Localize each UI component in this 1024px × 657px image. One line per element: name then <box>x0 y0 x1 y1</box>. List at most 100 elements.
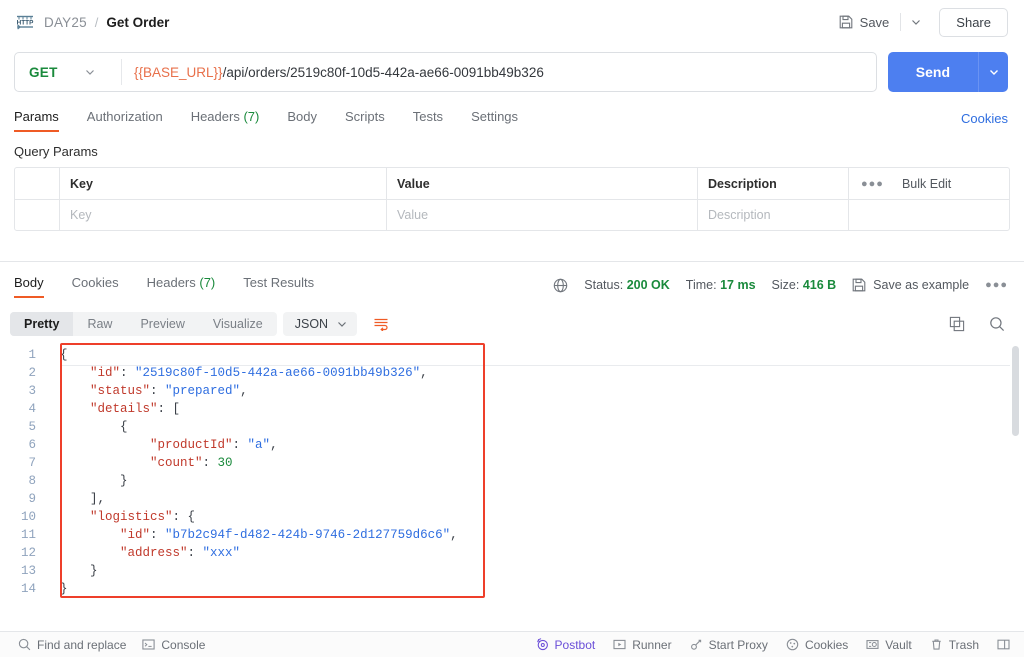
url-input[interactable]: {{BASE_URL}}/api/orders/2519c80f-10d5-44… <box>122 53 876 91</box>
request-cookies-link[interactable]: Cookies <box>961 111 1008 132</box>
line-number: 6 <box>28 438 36 452</box>
code-line: } <box>60 472 1024 490</box>
response-tab-cookies[interactable]: Cookies <box>58 272 133 298</box>
code-token-punct: : <box>202 456 218 470</box>
find-and-replace-button[interactable]: Find and replace <box>10 635 134 655</box>
trash-button[interactable]: Trash <box>922 635 987 655</box>
share-button[interactable]: Share <box>939 7 1008 37</box>
breadcrumb-current-request[interactable]: Get Order <box>106 15 169 30</box>
code-token-punct: : <box>120 366 136 380</box>
row-checkbox-cell[interactable] <box>15 200 60 230</box>
code-token-punct: } <box>60 582 68 596</box>
ellipsis-icon[interactable]: ●●● <box>861 178 884 190</box>
save-as-example-label: Save as example <box>873 278 970 292</box>
layout-panel-button[interactable] <box>989 635 1018 654</box>
response-tab-test-results-label: Test Results <box>243 275 315 290</box>
response-body-viewer[interactable]: 1 2 3 4 5 6 7 8 9 10 11 12 13 14 { "id": "2519c80f-10… <box>0 341 1024 631</box>
column-header-key: Key <box>60 168 387 199</box>
tab-scripts[interactable]: Scripts <box>331 106 399 132</box>
tab-settings-label: Settings <box>471 109 519 124</box>
cookies-label: Cookies <box>804 637 849 652</box>
response-tab-body[interactable]: Body <box>14 272 58 298</box>
line-number: 14 <box>20 582 36 596</box>
save-button[interactable]: Save <box>830 10 899 35</box>
response-toolbar-right <box>946 313 1008 335</box>
cookies-button[interactable]: Cookies <box>778 635 856 655</box>
save-options-caret-button[interactable] <box>903 9 929 35</box>
request-tabs: Params Authorization Headers (7) Body Sc… <box>0 104 1024 132</box>
search-body-button[interactable] <box>986 313 1008 335</box>
line-number: 9 <box>28 492 36 506</box>
vertical-scrollbar[interactable] <box>1012 346 1019 436</box>
code-token-punct: } <box>60 474 128 488</box>
url-path-text: /api/orders/2519c80f-10d5-442a-ae66-0091… <box>222 64 544 80</box>
tab-authorization[interactable]: Authorization <box>73 106 177 132</box>
code-line: } <box>60 562 1024 580</box>
pane-splitter[interactable] <box>0 261 1024 262</box>
tab-tests[interactable]: Tests <box>399 106 457 132</box>
code-token-punct <box>60 528 120 542</box>
breadcrumb-collection[interactable]: DAY25 <box>44 15 87 30</box>
code-line: "logistics": { <box>60 508 1024 526</box>
tab-settings[interactable]: Settings <box>457 106 532 132</box>
param-value-input[interactable]: Value <box>387 200 698 230</box>
view-mode-group: Pretty Raw Preview Visualize <box>10 312 277 336</box>
code-token-punct: , <box>450 528 458 542</box>
console-button[interactable]: Console <box>134 635 213 655</box>
code-token-punct <box>60 456 150 470</box>
bottom-status-bar: Find and replace Console Postbot Runner … <box>0 631 1024 657</box>
http-method-dropdown[interactable]: GET <box>15 53 121 91</box>
chevron-down-icon <box>336 318 348 330</box>
response-tab-headers-count: (7) <box>199 275 216 290</box>
view-mode-raw[interactable]: Raw <box>73 312 126 336</box>
vault-label: Vault <box>885 637 912 652</box>
send-options-caret-button[interactable] <box>978 52 1008 92</box>
response-tab-cookies-label: Cookies <box>71 275 119 290</box>
code-token-punct <box>60 384 90 398</box>
param-description-input[interactable]: Description <box>698 200 849 230</box>
send-button[interactable]: Send <box>887 52 978 92</box>
start-proxy-button[interactable]: Start Proxy <box>682 635 776 655</box>
wrap-lines-button[interactable] <box>367 311 395 337</box>
svg-text:HTTP: HTTP <box>17 20 34 27</box>
postman-request-window: HTTP DAY25 / Get Order Save Share GET {{… <box>0 0 1024 657</box>
tab-body[interactable]: Body <box>273 106 331 132</box>
postbot-icon <box>536 638 549 651</box>
breadcrumb-separator: / <box>94 14 99 30</box>
size-label: Size: <box>771 278 800 292</box>
response-tab-test-results[interactable]: Test Results <box>229 272 328 298</box>
view-mode-preview[interactable]: Preview <box>126 312 198 336</box>
query-params-title: Query Params <box>14 144 98 159</box>
send-button-group: Send <box>887 52 1008 92</box>
code-token-key: "id" <box>90 366 121 380</box>
copy-button[interactable] <box>946 313 968 335</box>
vault-button[interactable]: Vault <box>858 635 919 655</box>
status-label: Status: <box>584 278 624 292</box>
param-key-input[interactable]: Key <box>60 200 387 230</box>
code-token-num: 30 <box>217 456 233 470</box>
postbot-label: Postbot <box>554 637 596 652</box>
trash-icon <box>930 638 943 651</box>
http-icon: HTTP <box>14 13 36 31</box>
save-as-example-button[interactable]: Save as example <box>852 278 969 292</box>
code-token-punct: : { <box>172 510 196 524</box>
globe-icon[interactable] <box>553 278 568 293</box>
bulk-edit-button[interactable]: Bulk Edit <box>902 177 951 191</box>
view-mode-pretty[interactable]: Pretty <box>10 312 74 336</box>
view-mode-visualize[interactable]: Visualize <box>199 312 277 336</box>
active-line-highlight <box>62 365 1010 366</box>
tab-params[interactable]: Params <box>14 106 73 132</box>
tab-headers[interactable]: Headers (7) <box>177 106 274 132</box>
postbot-button[interactable]: Postbot <box>528 635 604 655</box>
json-code-lines[interactable]: { "id": "2519c80f-10d5-442a-ae66-0091bb4… <box>46 346 1024 598</box>
line-number: 3 <box>28 384 36 398</box>
line-number: 5 <box>28 420 36 434</box>
json-code-area: 1 2 3 4 5 6 7 8 9 10 11 12 13 14 { "id": "2519c80f-10… <box>0 346 1024 598</box>
code-line: { <box>60 346 1024 364</box>
save-button-label: Save <box>859 14 890 30</box>
code-token-key: "productId" <box>150 438 233 452</box>
response-format-dropdown[interactable]: JSON <box>282 312 358 336</box>
runner-button[interactable]: Runner <box>605 635 679 655</box>
response-tab-headers[interactable]: Headers (7) <box>133 272 230 298</box>
response-more-ellipsis-icon[interactable]: ●●● <box>985 279 1008 291</box>
